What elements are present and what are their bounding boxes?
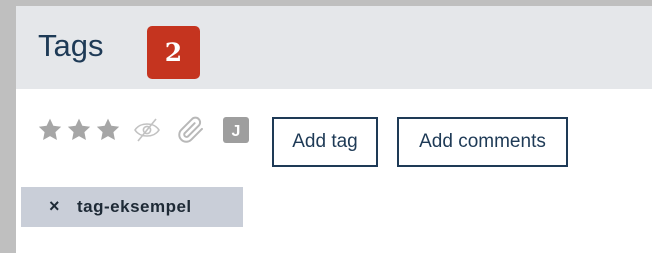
panel-header: Tags 2 xyxy=(16,6,652,89)
step-badge: 2 xyxy=(147,26,200,79)
panel-title: Tags xyxy=(38,28,104,63)
j-badge-label: J xyxy=(232,123,241,140)
tag-remove-icon[interactable]: × xyxy=(49,196,60,216)
rating-star-3-icon[interactable] xyxy=(95,117,121,143)
add-comments-button[interactable]: Add comments xyxy=(397,117,568,167)
rating-star-1-icon[interactable] xyxy=(37,117,63,143)
tag-chip: × tag-eksempel xyxy=(21,187,243,227)
tag-label: tag-eksempel xyxy=(77,197,192,216)
j-badge-icon[interactable]: J xyxy=(223,117,249,143)
eye-slash-icon[interactable] xyxy=(133,117,161,143)
rating-star-2-icon[interactable] xyxy=(66,117,92,143)
add-tag-button[interactable]: Add tag xyxy=(272,117,378,167)
paperclip-icon[interactable] xyxy=(177,116,205,144)
